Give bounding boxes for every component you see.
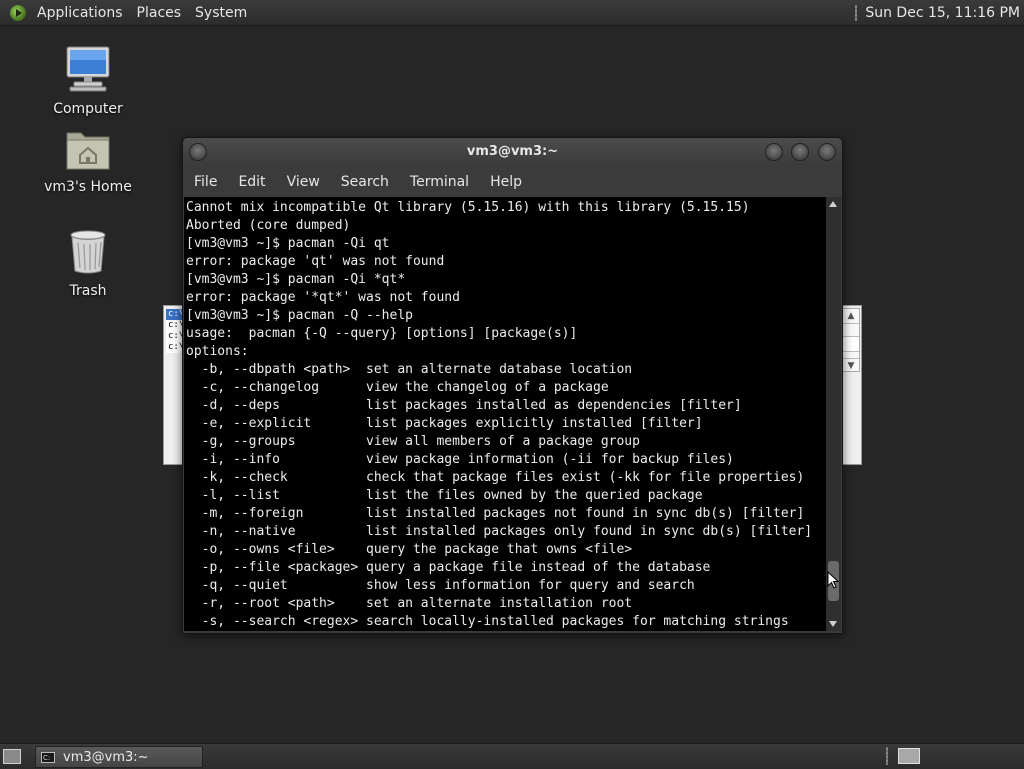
scroll-up-icon[interactable]: ▲: [843, 309, 859, 324]
scroll-thumb[interactable]: [843, 336, 859, 352]
taskbar-button-terminal[interactable]: C: vm3@vm3:~: [35, 746, 203, 768]
scroll-down-icon[interactable]: ▼: [843, 358, 859, 373]
menu-file[interactable]: File: [183, 174, 227, 190]
terminal-line: -g, --groups view all members of a packa…: [186, 434, 640, 449]
terminal-line: error: package 'qt' was not found: [186, 254, 445, 269]
terminal-line: Cannot mix incompatible Qt library (5.15…: [186, 200, 750, 215]
terminal-line: [vm3@vm3 ~]$ pacman -Qi qt: [186, 236, 390, 251]
desktop-icon-computer[interactable]: Computer: [38, 45, 138, 117]
terminal-line: -b, --dbpath <path> set an alternate dat…: [186, 362, 633, 377]
distro-logo-icon[interactable]: [10, 4, 26, 21]
terminal-line: -q, --quiet show less information for qu…: [186, 578, 695, 593]
show-desktop-icon[interactable]: [3, 749, 21, 764]
terminal-line: options:: [186, 344, 249, 359]
trash-icon: [70, 230, 106, 274]
background-window-scrollbar[interactable]: ▲ ▼: [842, 308, 860, 372]
terminal-scrollbar[interactable]: [826, 197, 841, 631]
menu-help[interactable]: Help: [479, 174, 532, 190]
terminal-line: -i, --info view package information (-ii…: [186, 452, 734, 467]
terminal-line: Aborted (core dumped): [186, 218, 351, 233]
terminal-icon: C:: [41, 751, 55, 763]
terminal-line: -n, --native list installed packages onl…: [186, 524, 813, 539]
terminal-line: -l, --list list the files owned by the q…: [186, 488, 703, 503]
desktop-icon-label: vm3's Home: [44, 179, 132, 195]
home-folder-icon: [66, 132, 110, 170]
terminal-line: error: package '*qt*' was not found: [186, 290, 460, 305]
scroll-down-icon[interactable]: [829, 621, 837, 627]
bottom-panel: C: vm3@vm3:~: [0, 743, 1024, 769]
close-icon[interactable]: [818, 143, 836, 161]
menu-search[interactable]: Search: [330, 174, 399, 190]
top-panel: Applications Places System Sun Dec 15, 1…: [0, 0, 1024, 26]
terminal-line: -o, --owns <file> query the package that…: [186, 542, 633, 557]
minimize-icon[interactable]: [765, 143, 783, 161]
terminal-line: -k, --check check that package files exi…: [186, 470, 805, 485]
window-titlebar[interactable]: vm3@vm3:~: [183, 138, 842, 166]
terminal-menubar: File Edit View Search Terminal Help: [183, 167, 842, 197]
terminal-line: -d, --deps list packages installed as de…: [186, 398, 742, 413]
computer-icon: [66, 46, 110, 92]
menu-view[interactable]: View: [276, 174, 330, 190]
window-title: vm3@vm3:~: [466, 144, 559, 159]
terminal-text: Cannot mix incompatible Qt library (5.15…: [184, 197, 826, 631]
terminal-window[interactable]: vm3@vm3:~ File Edit View Search Terminal…: [182, 137, 843, 634]
terminal-line: -r, --root <path> set an alternate insta…: [186, 596, 633, 611]
menu-applications[interactable]: Applications: [30, 5, 130, 21]
menu-places[interactable]: Places: [130, 5, 189, 21]
mouse-pointer-icon: [827, 571, 839, 589]
scroll-up-icon[interactable]: [829, 201, 837, 207]
terminal-line: -s, --search <regex> search locally-inst…: [186, 614, 789, 629]
desktop-icon-label: Trash: [69, 283, 107, 299]
terminal-line: -c, --changelog view the changelog of a …: [186, 380, 609, 395]
desktop-icon-home[interactable]: vm3's Home: [38, 127, 138, 195]
panel-separator: [886, 747, 888, 765]
terminal-line: -p, --file <package> query a package fil…: [186, 560, 711, 575]
terminal-output[interactable]: Cannot mix incompatible Qt library (5.15…: [184, 197, 826, 631]
terminal-line: -m, --foreign list installed packages no…: [186, 506, 805, 521]
panel-separator: [855, 4, 858, 21]
desktop-icon-label: Computer: [53, 101, 123, 117]
menu-system[interactable]: System: [188, 5, 254, 21]
terminal-line: -e, --explicit list packages explicitly …: [186, 416, 703, 431]
menu-terminal[interactable]: Terminal: [399, 174, 479, 190]
clock[interactable]: Sun Dec 15, 11:16 PM: [865, 5, 1020, 21]
maximize-icon[interactable]: [791, 143, 809, 161]
taskbar-button-label: vm3@vm3:~: [63, 749, 149, 765]
terminal-line: [vm3@vm3 ~]$ pacman -Qi *qt*: [186, 272, 406, 287]
desktop-icon-trash[interactable]: Trash: [38, 229, 138, 299]
terminal-line: usage: pacman {-Q --query} [options] [pa…: [186, 326, 578, 341]
workspace-switcher[interactable]: [898, 748, 920, 764]
menu-edit[interactable]: Edit: [227, 174, 275, 190]
terminal-line: [vm3@vm3 ~]$ pacman -Q --help: [186, 308, 413, 323]
